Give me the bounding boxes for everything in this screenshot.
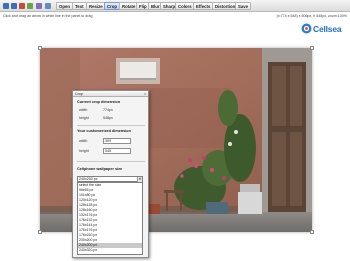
effects-button[interactable]: Effects — [193, 2, 214, 10]
cellsea-logo-icon — [301, 23, 312, 34]
text-button[interactable]: Text — [72, 2, 87, 10]
divider — [77, 125, 145, 126]
status-bar: Click and drag an arrow in white line in… — [0, 13, 350, 19]
resize-button[interactable]: Resize — [86, 2, 106, 10]
crop-button[interactable]: Crop — [104, 2, 121, 10]
crop-handle-bottom-left[interactable] — [38, 230, 42, 234]
current-height-label: height — [79, 116, 89, 120]
logo: Cellsea — [301, 22, 349, 36]
brush-icon[interactable] — [19, 3, 25, 9]
current-height-value: 548px — [103, 116, 113, 120]
crop-dialog-title-text: Crop — [75, 92, 83, 96]
logo-text: Cellsea — [313, 24, 342, 34]
line-icon[interactable] — [11, 3, 17, 9]
custom-width-label: width — [79, 139, 88, 143]
crop-dialog-title[interactable]: Crop — [73, 91, 148, 97]
wallpaper-size-title: Cellphone wallpaper size — [77, 167, 123, 171]
close-icon[interactable]: × — [143, 92, 147, 96]
zoom-icon[interactable] — [45, 3, 51, 9]
colors-button[interactable]: Colors — [175, 2, 195, 10]
open-button[interactable]: Open — [56, 2, 73, 10]
divider — [77, 161, 145, 162]
save-button[interactable]: Save — [235, 2, 252, 10]
eraser-icon[interactable] — [27, 3, 33, 9]
pencil-icon[interactable] — [3, 3, 9, 9]
custom-height-label: height — [79, 149, 89, 153]
custom-dimension-title: Your customerized dimension — [77, 129, 131, 133]
toolbar: Open Text Resize Crop Rotate Flip Blur S… — [0, 0, 350, 12]
image-dimensions: (x:774 x:548) x 606px, h 545px, zoom:100… — [276, 14, 347, 18]
current-width-label: width — [79, 108, 88, 112]
custom-height-input[interactable] — [103, 148, 131, 154]
crop-handle-top-left[interactable] — [38, 46, 42, 50]
wallpaper-option[interactable]: 240x320 px — [78, 248, 142, 253]
current-crop-title: Current crop dimension — [77, 100, 121, 104]
wallpaper-size-list: select the size 96x65 px 101x80 px 120x1… — [77, 182, 143, 255]
current-width-value: 774px — [103, 108, 113, 112]
status-hint: Click and drag an arrow in white line in… — [3, 14, 93, 18]
crop-handle-top-right[interactable] — [310, 46, 314, 50]
crop-dialog: Crop × Current crop dimension width 774p… — [72, 90, 149, 258]
custom-width-input[interactable] — [103, 138, 131, 144]
eyedropper-icon[interactable] — [36, 3, 42, 9]
crop-handle-bottom-right[interactable] — [310, 230, 314, 234]
